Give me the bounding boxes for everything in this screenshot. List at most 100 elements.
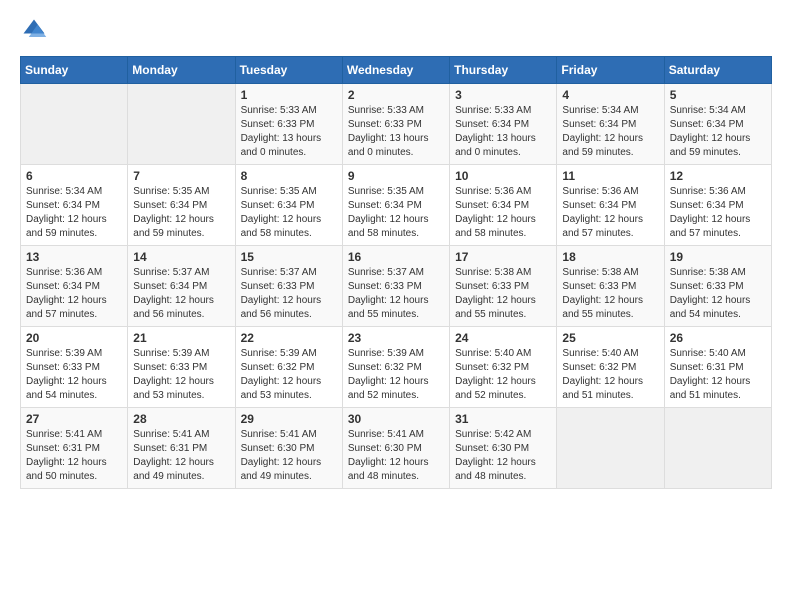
calendar-week-row: 1 Sunrise: 5:33 AMSunset: 6:33 PMDaylight…	[21, 84, 772, 165]
weekday-header: Tuesday	[235, 57, 342, 84]
calendar-cell: 4 Sunrise: 5:34 AMSunset: 6:34 PMDaylight…	[557, 84, 664, 165]
day-info: Sunrise: 5:37 AMSunset: 6:34 PMDaylight:…	[133, 266, 229, 322]
day-number: 10	[455, 169, 551, 183]
day-info: Sunrise: 5:40 AMSunset: 6:32 PMDaylight:…	[455, 347, 551, 403]
day-number: 30	[348, 412, 444, 426]
day-number: 16	[348, 250, 444, 264]
day-number: 9	[348, 169, 444, 183]
day-info: Sunrise: 5:39 AMSunset: 6:33 PMDaylight:…	[133, 347, 229, 403]
calendar-cell: 8 Sunrise: 5:35 AMSunset: 6:34 PMDaylight…	[235, 165, 342, 246]
calendar-cell: 3Sunrise: 5:33 AMSunset: 6:34 PMDaylight…	[450, 84, 557, 165]
calendar-cell: 2 Sunrise: 5:33 AMSunset: 6:33 PMDaylight…	[342, 84, 449, 165]
calendar-cell: 20Sunrise: 5:39 AMSunset: 6:33 PMDayligh…	[21, 327, 128, 408]
calendar-cell: 13 Sunrise: 5:36 AMSunset: 6:34 PMDayligh…	[21, 246, 128, 327]
day-info: Sunrise: 5:36 AMSunset: 6:34 PMDaylight:…	[455, 185, 551, 241]
day-info: Sunrise: 5:39 AMSunset: 6:32 PMDaylight:…	[241, 347, 337, 403]
day-number: 31	[455, 412, 551, 426]
day-info: Sunrise: 5:33 AMSunset: 6:33 PMDaylight:…	[241, 104, 337, 160]
calendar-cell	[664, 408, 771, 489]
day-number: 11	[562, 169, 658, 183]
calendar-cell: 25 Sunrise: 5:40 AMSunset: 6:32 PMDayligh…	[557, 327, 664, 408]
day-number: 29	[241, 412, 337, 426]
calendar-cell: 19 Sunrise: 5:38 AMSunset: 6:33 PMDayligh…	[664, 246, 771, 327]
day-info: Sunrise: 5:36 AMSunset: 6:34 PMDaylight:…	[26, 266, 122, 322]
day-number: 25	[562, 331, 658, 345]
day-number: 28	[133, 412, 229, 426]
day-number: 6	[26, 169, 122, 183]
calendar-cell: 18Sunrise: 5:38 AMSunset: 6:33 PMDayligh…	[557, 246, 664, 327]
day-info: Sunrise: 5:40 AMSunset: 6:31 PMDaylight:…	[670, 347, 766, 403]
day-number: 27	[26, 412, 122, 426]
day-number: 22	[241, 331, 337, 345]
day-info: Sunrise: 5:37 AMSunset: 6:33 PMDaylight:…	[241, 266, 337, 322]
day-info: Sunrise: 5:33 AMSunset: 6:34 PMDaylight:…	[455, 104, 551, 160]
day-number: 24	[455, 331, 551, 345]
calendar-cell: 5Sunrise: 5:34 AMSunset: 6:34 PMDaylight…	[664, 84, 771, 165]
day-info: Sunrise: 5:35 AMSunset: 6:34 PMDaylight:…	[348, 185, 444, 241]
day-info: Sunrise: 5:36 AMSunset: 6:34 PMDaylight:…	[562, 185, 658, 241]
day-info: Sunrise: 5:34 AMSunset: 6:34 PMDaylight:…	[562, 104, 658, 160]
day-number: 13	[26, 250, 122, 264]
day-number: 4	[562, 88, 658, 102]
calendar-cell: 28 Sunrise: 5:41 AMSunset: 6:31 PMDayligh…	[128, 408, 235, 489]
calendar-cell: 15 Sunrise: 5:37 AMSunset: 6:33 PMDayligh…	[235, 246, 342, 327]
weekday-header: Sunday	[21, 57, 128, 84]
calendar-cell: 1 Sunrise: 5:33 AMSunset: 6:33 PMDaylight…	[235, 84, 342, 165]
day-info: Sunrise: 5:35 AMSunset: 6:34 PMDaylight:…	[241, 185, 337, 241]
calendar-week-row: 6Sunrise: 5:34 AMSunset: 6:34 PMDaylight…	[21, 165, 772, 246]
day-number: 2	[348, 88, 444, 102]
calendar-cell: 14 Sunrise: 5:37 AMSunset: 6:34 PMDayligh…	[128, 246, 235, 327]
calendar-cell: 11 Sunrise: 5:36 AMSunset: 6:34 PMDayligh…	[557, 165, 664, 246]
calendar-week-row: 20Sunrise: 5:39 AMSunset: 6:33 PMDayligh…	[21, 327, 772, 408]
calendar-cell: 6Sunrise: 5:34 AMSunset: 6:34 PMDaylight…	[21, 165, 128, 246]
calendar-cell	[128, 84, 235, 165]
day-info: Sunrise: 5:40 AMSunset: 6:32 PMDaylight:…	[562, 347, 658, 403]
day-number: 14	[133, 250, 229, 264]
day-number: 19	[670, 250, 766, 264]
day-number: 17	[455, 250, 551, 264]
day-number: 8	[241, 169, 337, 183]
day-number: 23	[348, 331, 444, 345]
day-number: 12	[670, 169, 766, 183]
calendar-cell: 12 Sunrise: 5:36 AMSunset: 6:34 PMDayligh…	[664, 165, 771, 246]
day-info: Sunrise: 5:41 AMSunset: 6:31 PMDaylight:…	[133, 428, 229, 484]
calendar-cell: 22 Sunrise: 5:39 AMSunset: 6:32 PMDayligh…	[235, 327, 342, 408]
calendar-cell: 7Sunrise: 5:35 AMSunset: 6:34 PMDaylight…	[128, 165, 235, 246]
calendar-table: SundayMondayTuesdayWednesdayThursdayFrid…	[20, 56, 772, 489]
calendar-week-row: 13 Sunrise: 5:36 AMSunset: 6:34 PMDayligh…	[21, 246, 772, 327]
day-info: Sunrise: 5:36 AMSunset: 6:34 PMDaylight:…	[670, 185, 766, 241]
calendar-cell: 10 Sunrise: 5:36 AMSunset: 6:34 PMDayligh…	[450, 165, 557, 246]
day-number: 26	[670, 331, 766, 345]
calendar-cell: 27 Sunrise: 5:41 AMSunset: 6:31 PMDayligh…	[21, 408, 128, 489]
calendar-cell: 17Sunrise: 5:38 AMSunset: 6:33 PMDayligh…	[450, 246, 557, 327]
day-number: 15	[241, 250, 337, 264]
calendar-week-row: 27 Sunrise: 5:41 AMSunset: 6:31 PMDayligh…	[21, 408, 772, 489]
weekday-header: Saturday	[664, 57, 771, 84]
calendar-cell	[21, 84, 128, 165]
day-info: Sunrise: 5:39 AMSunset: 6:32 PMDaylight:…	[348, 347, 444, 403]
day-info: Sunrise: 5:41 AMSunset: 6:31 PMDaylight:…	[26, 428, 122, 484]
calendar-cell	[557, 408, 664, 489]
day-info: Sunrise: 5:33 AMSunset: 6:33 PMDaylight:…	[348, 104, 444, 160]
calendar-cell: 24 Sunrise: 5:40 AMSunset: 6:32 PMDayligh…	[450, 327, 557, 408]
logo-icon	[20, 16, 48, 44]
calendar-cell: 21 Sunrise: 5:39 AMSunset: 6:33 PMDayligh…	[128, 327, 235, 408]
calendar-cell: 16Sunrise: 5:37 AMSunset: 6:33 PMDayligh…	[342, 246, 449, 327]
day-info: Sunrise: 5:42 AMSunset: 6:30 PMDaylight:…	[455, 428, 551, 484]
weekday-header: Monday	[128, 57, 235, 84]
calendar-cell: 30 Sunrise: 5:41 AMSunset: 6:30 PMDayligh…	[342, 408, 449, 489]
calendar-cell: 9 Sunrise: 5:35 AMSunset: 6:34 PMDaylight…	[342, 165, 449, 246]
day-number: 7	[133, 169, 229, 183]
weekday-header: Friday	[557, 57, 664, 84]
day-number: 1	[241, 88, 337, 102]
day-info: Sunrise: 5:34 AMSunset: 6:34 PMDaylight:…	[670, 104, 766, 160]
calendar-cell: 26 Sunrise: 5:40 AMSunset: 6:31 PMDayligh…	[664, 327, 771, 408]
calendar-cell: 29 Sunrise: 5:41 AMSunset: 6:30 PMDayligh…	[235, 408, 342, 489]
day-info: Sunrise: 5:39 AMSunset: 6:33 PMDaylight:…	[26, 347, 122, 403]
header-row: SundayMondayTuesdayWednesdayThursdayFrid…	[21, 57, 772, 84]
day-number: 18	[562, 250, 658, 264]
day-info: Sunrise: 5:41 AMSunset: 6:30 PMDaylight:…	[348, 428, 444, 484]
day-info: Sunrise: 5:41 AMSunset: 6:30 PMDaylight:…	[241, 428, 337, 484]
day-info: Sunrise: 5:38 AMSunset: 6:33 PMDaylight:…	[670, 266, 766, 322]
day-number: 21	[133, 331, 229, 345]
